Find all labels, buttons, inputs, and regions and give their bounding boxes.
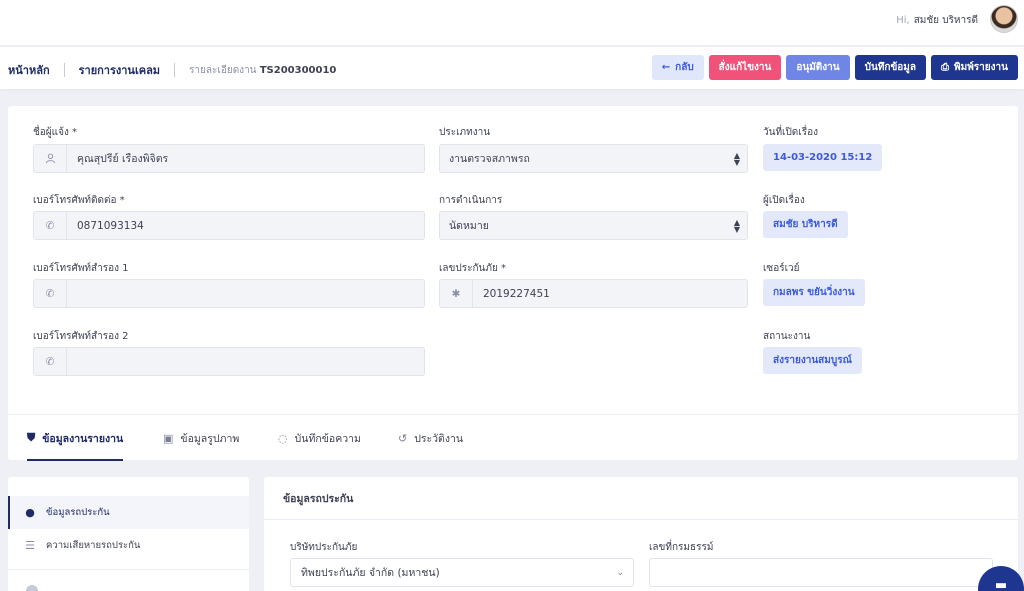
sidebar-item-label: ข้อมูลรถประกัน bbox=[46, 507, 110, 518]
job-type-value: งานตรวจสภาพรถ bbox=[449, 153, 530, 165]
section-sidebar: ● ข้อมูลรถประกัน ☰ ความเสียหายรถประกัน bbox=[8, 477, 249, 591]
process-label: การดำเนินการ bbox=[439, 195, 503, 206]
list-icon: ☰ bbox=[25, 539, 35, 552]
breadcrumb-separator bbox=[174, 63, 176, 77]
phone-icon: ✆ bbox=[34, 212, 67, 239]
insurer-label: บริษัทประกันภัย bbox=[290, 542, 358, 553]
shield-icon: ⛊ bbox=[27, 431, 36, 444]
process-select[interactable]: นัดหมาย ▲ ▼ bbox=[439, 211, 748, 240]
sidebar-divider bbox=[8, 569, 249, 570]
opened-date-label: วันที่เปิดเรื่อง bbox=[763, 127, 818, 138]
user-icon: ● bbox=[25, 506, 35, 519]
process-value: นัดหมาย bbox=[449, 220, 489, 232]
tab-bar: ⛊ ข้อมูลงานรายงาน ▣ ข้อมูลรูปภาพ ◌ บันทึ… bbox=[8, 414, 1018, 461]
job-info-card: ชื่อผู้แจ้ง * คุณสุปรีย์ เรืองพิจิตร เบอ… bbox=[8, 106, 1018, 461]
tab-label: บันทึกข้อความ bbox=[294, 432, 361, 445]
greeting-prefix: Hi, bbox=[896, 15, 910, 26]
sidebar-item-vehicle[interactable]: ● ข้อมูลรถประกัน bbox=[8, 496, 249, 529]
policy-input[interactable]: ✱ 2019227451 bbox=[439, 279, 748, 308]
sidebar-item-icon bbox=[26, 585, 38, 591]
avatar[interactable] bbox=[990, 5, 1018, 33]
tab-label: ข้อมูลงานรายงาน bbox=[42, 432, 124, 445]
phone-icon: ✆ bbox=[34, 348, 67, 375]
sidebar-item-damage[interactable]: ☰ ความเสียหายรถประกัน bbox=[8, 529, 249, 562]
arrow-left-icon: ← bbox=[661, 62, 671, 73]
reporter-label: ชื่อผู้แจ้ง * bbox=[33, 127, 78, 138]
tab-notes[interactable]: ◌ บันทึกข้อความ bbox=[278, 415, 361, 461]
tab-report-info[interactable]: ⛊ ข้อมูลงานรายงาน bbox=[27, 415, 124, 461]
print-label: พิมพ์รายงาน bbox=[954, 62, 1008, 73]
status-badge: ส่งรายงานสมบูรณ์ bbox=[763, 347, 862, 374]
surveyor-label: เซอร์เวย์ bbox=[763, 263, 800, 274]
chevron-down-icon: ⌄ bbox=[616, 567, 624, 578]
reporter-value: คุณสุปรีย์ เรืองพิจิตร bbox=[77, 153, 169, 165]
phone-alt1-input[interactable]: ✆ bbox=[33, 279, 425, 308]
opened-by-label: ผู้เปิดเรื่อง bbox=[763, 195, 805, 206]
phone-alt2-label: เบอร์โทรศัพท์สำรอง 2 bbox=[33, 331, 129, 342]
breadcrumb-home[interactable]: หน้าหลัก bbox=[8, 61, 50, 79]
job-id: TS200300010 bbox=[259, 64, 337, 76]
chat-icon: ▬ bbox=[994, 578, 1008, 591]
policy-no-label: เลขที่กรมธรรม์ bbox=[649, 542, 714, 553]
history-icon: ↺ bbox=[398, 431, 408, 445]
insurer-select[interactable]: ทิพยประกันภัย จำกัด (มหาชน) ⌄ bbox=[290, 558, 634, 587]
select-arrows-icon: ▲ ▼ bbox=[733, 217, 740, 234]
save-button[interactable]: บันทึกข้อมูล bbox=[854, 55, 927, 80]
print-button[interactable]: ⎙ พิมพ์รายงาน bbox=[931, 55, 1018, 80]
breadcrumb-detail-prefix: รายละเอียดงาน bbox=[189, 64, 257, 76]
breadcrumb-detail: รายละเอียดงาน TS200300010 bbox=[189, 63, 336, 78]
user-greeting[interactable]: Hi, สมชัย บริหารดี bbox=[896, 13, 978, 28]
tab-label: ข้อมูลรูปภาพ bbox=[180, 432, 240, 445]
phone-value: 0871093134 bbox=[77, 219, 144, 232]
status-label: สถานะงาน bbox=[763, 331, 811, 342]
policy-no-input[interactable] bbox=[649, 558, 993, 587]
breadcrumb: หน้าหลัก รายการงานเคลม รายละเอียดงาน TS2… bbox=[8, 61, 336, 79]
request-edit-button[interactable]: สั่งแก้ไขงาน bbox=[708, 55, 782, 80]
tab-images[interactable]: ▣ ข้อมูลรูปภาพ bbox=[163, 415, 239, 461]
tab-label: ประวัติงาน bbox=[414, 432, 464, 445]
sidebar-item-label: ความเสียหายรถประกัน bbox=[46, 540, 141, 551]
vehicle-info-card: ข้อมูลรถประกัน บริษัทประกันภัย ทิพยประกั… bbox=[264, 477, 1018, 591]
subheader: หน้าหลัก รายการงานเคลม รายละเอียดงาน TS2… bbox=[0, 47, 1024, 89]
job-type-select[interactable]: งานตรวจสภาพรถ ▲ ▼ bbox=[439, 144, 748, 173]
breadcrumb-separator bbox=[63, 63, 65, 77]
policy-value: 2019227451 bbox=[483, 287, 550, 300]
reporter-input[interactable]: คุณสุปรีย์ เรืองพิจิตร bbox=[33, 144, 425, 173]
phone-icon: ✆ bbox=[34, 280, 67, 307]
opened-by-badge: สมชัย บริหารดี bbox=[763, 211, 848, 238]
image-icon: ▣ bbox=[163, 431, 174, 445]
surveyor-badge: กมลพร ขยันวิ่งงาน bbox=[763, 279, 865, 306]
vehicle-info-title: ข้อมูลรถประกัน bbox=[283, 493, 354, 505]
hash-icon: ✱ bbox=[440, 280, 473, 307]
user-icon bbox=[34, 145, 67, 172]
tab-history[interactable]: ↺ ประวัติงาน bbox=[398, 415, 463, 461]
opened-date-badge: 14-03-2020 15:12 bbox=[763, 144, 883, 171]
chat-icon: ◌ bbox=[278, 431, 288, 445]
card-divider bbox=[264, 519, 1018, 520]
breadcrumb-claims[interactable]: รายการงานเคลม bbox=[79, 61, 160, 79]
user-name: สมชัย บริหารดี bbox=[913, 15, 978, 26]
printer-icon: ⎙ bbox=[941, 62, 950, 73]
phone-input[interactable]: ✆ 0871093134 bbox=[33, 211, 425, 240]
back-label: กลับ bbox=[675, 62, 694, 73]
insurer-value: ทิพยประกันภัย จำกัด (มหาชน) bbox=[301, 567, 440, 579]
select-arrows-icon: ▲ ▼ bbox=[733, 150, 740, 167]
action-toolbar: ← กลับ สั่งแก้ไขงาน อนุมัติงาน บันทึกข้อม… bbox=[651, 55, 1018, 80]
back-button[interactable]: ← กลับ bbox=[651, 55, 704, 80]
top-bar: Hi, สมชัย บริหารดี bbox=[0, 0, 1024, 46]
approve-button[interactable]: อนุมัติงาน bbox=[786, 55, 850, 80]
phone-alt1-label: เบอร์โทรศัพท์สำรอง 1 bbox=[33, 263, 129, 274]
policy-label: เลขประกันภัย * bbox=[439, 263, 506, 274]
job-type-label: ประเภทงาน bbox=[439, 127, 491, 138]
phone-alt2-input[interactable]: ✆ bbox=[33, 347, 425, 376]
phone-label: เบอร์โทรศัพท์ติดต่อ * bbox=[33, 195, 125, 206]
